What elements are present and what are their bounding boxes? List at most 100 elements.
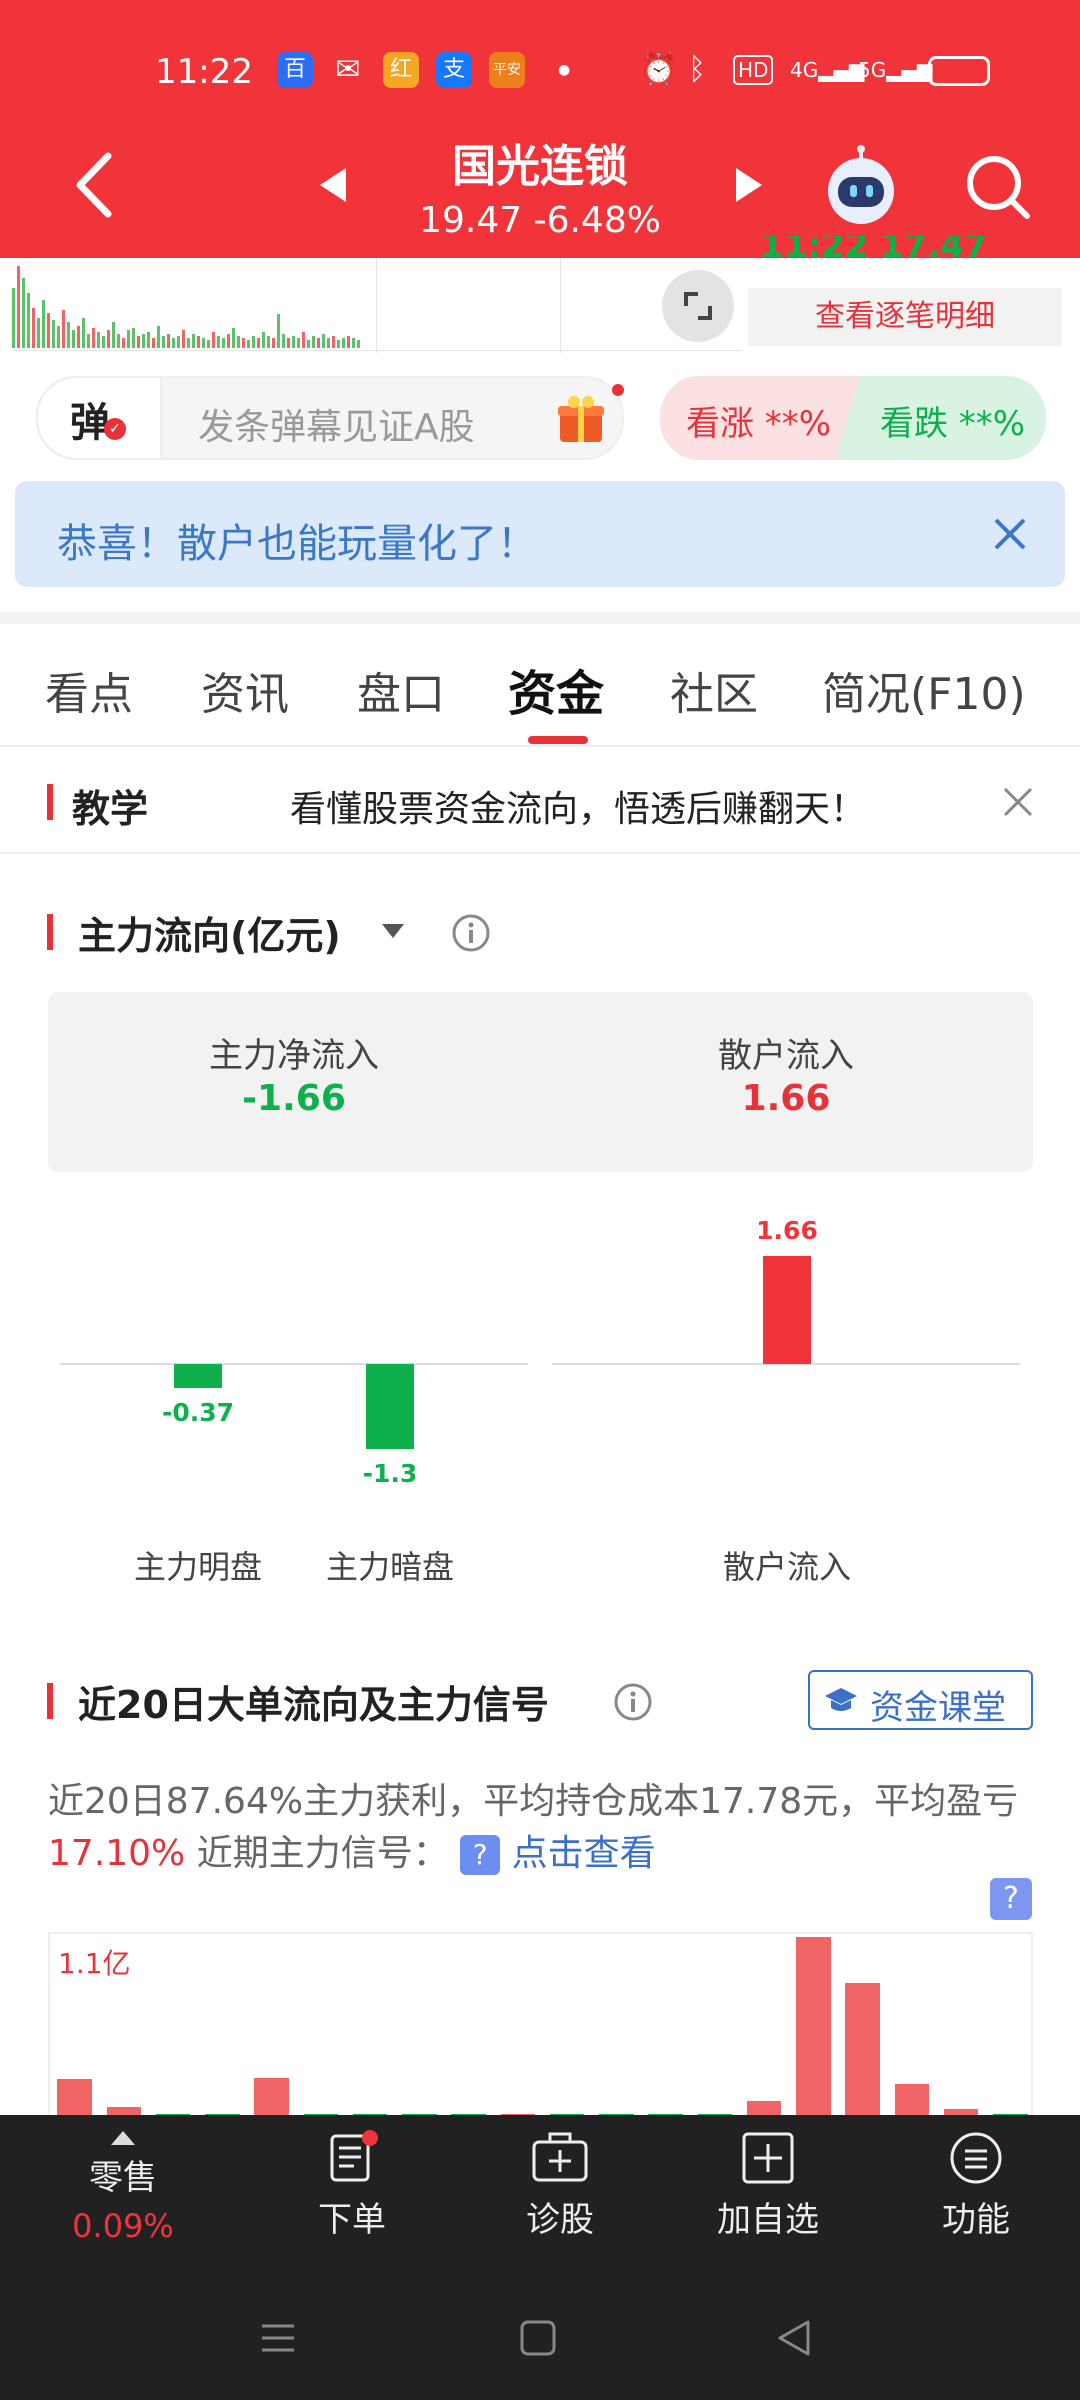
tab-kandian[interactable]: 看点	[45, 658, 133, 722]
tab-profile-f10[interactable]: 简况(F10)	[822, 658, 1026, 722]
volume-bar	[207, 340, 210, 348]
volume-bar	[127, 330, 130, 348]
flow-bar-value: -1.3	[362, 1458, 418, 1488]
volume-bar	[92, 328, 95, 348]
hd-icon: HD	[733, 55, 774, 85]
system-home-icon[interactable]	[518, 2318, 558, 2358]
stock-price: 19.47	[419, 200, 523, 241]
volume-bar	[77, 326, 80, 348]
view-signal-link[interactable]: 点击查看	[512, 1833, 656, 1874]
volume-bar	[317, 338, 320, 348]
volume-bar	[172, 338, 175, 348]
volume-bar	[227, 334, 230, 348]
volume-bar	[357, 340, 360, 348]
menu-circle-icon	[950, 2132, 1002, 2184]
section-marker	[47, 1683, 53, 1719]
desc-profit-pct: 17.10%	[48, 1833, 186, 1874]
bigorder-bar	[796, 1937, 831, 2117]
volume-bar	[342, 338, 345, 348]
volume-bar	[247, 340, 250, 348]
bigorder-chart: 1.1亿	[48, 1932, 1033, 2117]
bigorder-bars	[50, 1934, 1035, 2117]
volume-bar	[102, 336, 105, 348]
volume-bar	[117, 334, 120, 348]
tab-orderbook[interactable]: 盘口	[357, 658, 445, 722]
section-marker	[47, 914, 53, 950]
close-icon[interactable]	[1002, 786, 1034, 818]
info-icon[interactable]	[450, 912, 492, 954]
volume-bar	[67, 322, 70, 348]
volume-bar	[147, 332, 150, 348]
volume-bar	[82, 318, 85, 348]
diagnose-label: 诊股	[526, 2200, 594, 2240]
tab-community[interactable]: 社区	[670, 658, 758, 722]
volume-bar	[322, 334, 325, 348]
fullscreen-button[interactable]	[662, 270, 734, 342]
teach-label: 教学	[72, 787, 149, 831]
system-menu-icon[interactable]	[258, 2318, 298, 2358]
app-header: 11:22 百 ✉ 红 支 平安 ● ⏰ ᛒ HD 4G▂▄▆ 5G▂▄▆ 国光…	[0, 0, 1080, 258]
close-icon[interactable]	[991, 515, 1029, 553]
retail-indicator[interactable]: 零售 0.09%	[43, 2130, 203, 2245]
volume-bar	[47, 313, 50, 348]
volume-bar	[267, 336, 270, 348]
volume-bar	[307, 340, 310, 348]
danmu-input[interactable]: 弹 ✓ 发条弹幕见证A股	[36, 376, 624, 460]
search-icon[interactable]	[963, 152, 1033, 222]
help-icon[interactable]: ?	[990, 1878, 1032, 1920]
bigorder-bar	[57, 2079, 92, 2117]
robot-assistant-icon[interactable]	[820, 145, 902, 227]
teach-text[interactable]: 看懂股票资金流向，悟透后赚翻天！	[290, 780, 866, 832]
bull-vote-button[interactable]: 看涨 **%	[660, 376, 860, 460]
bear-vote-label[interactable]: 看跌 **%	[880, 396, 1025, 445]
order-button[interactable]: 下单	[272, 2130, 432, 2241]
volume-bar	[62, 310, 65, 348]
volume-bar	[282, 334, 285, 348]
tab-news[interactable]: 资讯	[201, 658, 289, 722]
functions-label: 功能	[942, 2200, 1010, 2240]
4g-signal-icon: 4G▂▄▆	[790, 58, 865, 82]
functions-button[interactable]: 功能	[896, 2130, 1056, 2241]
dropdown-caret-icon[interactable]	[378, 920, 408, 944]
graduation-cap-icon	[825, 1688, 857, 1711]
section-marker	[47, 784, 53, 820]
tab-funds[interactable]: 资金	[508, 654, 604, 724]
volume-bar	[42, 300, 45, 348]
divider	[0, 612, 1080, 624]
retail-inflow-label: 散户流入	[718, 1036, 854, 1076]
order-icon	[330, 2130, 378, 2182]
retail-inflow-value: 1.66	[741, 1078, 831, 1119]
5g-signal-icon: 5G▂▄▆	[858, 58, 933, 82]
volume-bar	[242, 338, 245, 348]
system-back-icon[interactable]	[774, 2318, 814, 2358]
divider	[0, 745, 1080, 747]
check-icon: ✓	[104, 418, 126, 440]
diagnose-button[interactable]: 诊股	[480, 2130, 640, 2241]
volume-bar	[312, 336, 315, 348]
volume-bar	[32, 308, 35, 348]
volume-bar	[72, 330, 75, 348]
next-stock-icon[interactable]	[734, 166, 764, 204]
volume-bar	[137, 336, 140, 348]
add-watchlist-button[interactable]: 加自选	[688, 2130, 848, 2241]
volume-bar	[37, 318, 40, 348]
net-inflow-label: 主力净流入	[209, 1036, 379, 1076]
divider	[0, 852, 1080, 854]
view-tick-detail-button[interactable]: 查看逐笔明细	[748, 288, 1062, 346]
funds-class-button[interactable]: 资金课堂	[808, 1670, 1033, 1730]
grid-line	[560, 258, 561, 353]
mainflow-title: 主力流向(亿元)	[78, 914, 341, 958]
volume-bar	[212, 332, 215, 348]
wechat-app-icon: ✉	[335, 52, 361, 87]
pingan-app-icon: 平安	[489, 52, 525, 88]
volume-bar	[57, 326, 60, 348]
volume-bar	[132, 328, 135, 348]
info-icon[interactable]	[612, 1681, 654, 1723]
flow-bar	[366, 1364, 414, 1449]
add-icon	[742, 2132, 794, 2184]
bluetooth-icon: ᛒ	[688, 52, 706, 87]
volume-bar	[337, 340, 340, 348]
bigorder-bar	[254, 2077, 289, 2117]
volume-bar	[292, 336, 295, 348]
promo-banner[interactable]: 恭喜！散户也能玩量化了！	[15, 481, 1065, 587]
